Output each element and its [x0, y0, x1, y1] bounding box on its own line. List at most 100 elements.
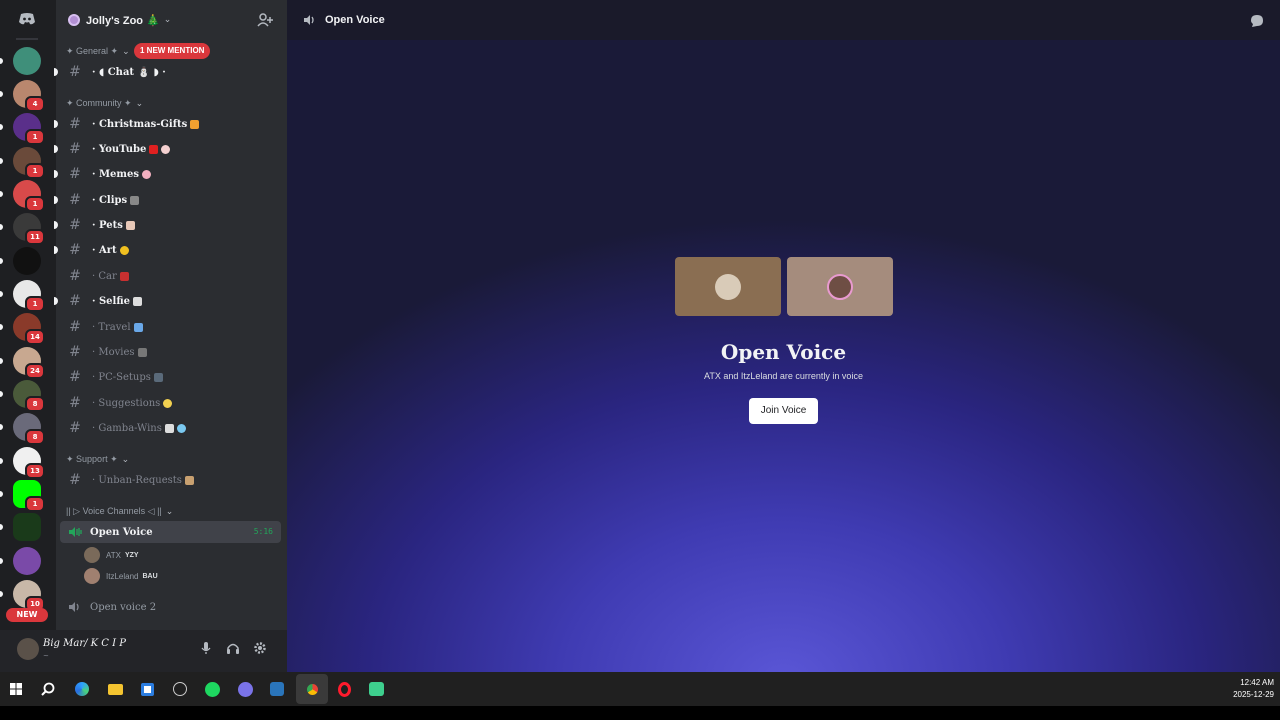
channel-name: · Car [92, 270, 117, 282]
voice-user[interactable]: ATX YZY [84, 546, 139, 564]
channel-name: · Gamba-Wins [92, 422, 162, 434]
category-voice-channels[interactable]: || ▷ Voice Channels ◁ || ⌄ [66, 504, 173, 518]
server-icon[interactable] [13, 513, 41, 541]
hammer-emoji-icon [184, 475, 194, 485]
channel-car[interactable]: # · Car [60, 265, 280, 287]
channel-christmas-gifts[interactable]: # · Christmas-Gifts [54, 113, 280, 135]
spotify-icon[interactable] [201, 678, 223, 700]
channel-name: · Clips [92, 194, 128, 206]
new-mention-badge[interactable]: 1 NEW MENTION [134, 43, 211, 59]
unread-pill [0, 191, 3, 197]
category-label: || ▷ Voice Channels ◁ || [66, 505, 162, 516]
new-unreads-badge[interactable]: NEW [6, 608, 48, 622]
settings-gear-icon[interactable] [252, 640, 268, 656]
channel-art[interactable]: # · Art [54, 239, 280, 261]
server-icon[interactable] [13, 247, 41, 275]
unread-indicator [54, 297, 58, 305]
channel-name: · Memes [92, 168, 139, 180]
server-icon[interactable]: 4 [13, 80, 45, 112]
laugh-emoji-icon [141, 169, 151, 179]
server-icon[interactable] [13, 47, 41, 75]
unread-pill [0, 324, 3, 330]
channel-selfie[interactable]: # · Selfie [54, 290, 280, 312]
channel-unban-requests[interactable]: # · Unban-Requests [60, 469, 280, 491]
server-icon[interactable]: 1 [13, 280, 45, 312]
file-explorer-icon[interactable] [104, 678, 126, 700]
channel-pc-setups[interactable]: # · PC-Setups [60, 366, 280, 388]
voice-channel-name: Open voice 2 [90, 601, 157, 613]
channel-memes[interactable]: # · Memes [54, 163, 280, 185]
server-icon[interactable] [13, 547, 41, 575]
text-channel-icon: # [69, 64, 81, 80]
category-general[interactable]: ✦ General ✦ ⌄ [66, 44, 130, 58]
chrome-icon[interactable] [301, 678, 323, 700]
join-voice-button[interactable]: Join Voice [749, 398, 818, 424]
channel-gamba-wins[interactable]: # · Gamba-Wins [60, 417, 280, 439]
voice-user[interactable]: ItzLeland BAU [84, 567, 158, 585]
server-icon[interactable]: 11 [13, 213, 45, 245]
steam-icon[interactable] [266, 678, 288, 700]
channel-pets[interactable]: # · Pets [54, 214, 280, 236]
server-icon[interactable]: 1 [13, 180, 45, 212]
server-icon[interactable]: 14 [13, 313, 45, 345]
user-panel: Big Mar/ K C I P ~ [0, 630, 287, 672]
channel-name: · Suggestions [92, 397, 161, 409]
discord-taskbar-icon[interactable] [234, 678, 256, 700]
category-support[interactable]: ✦ Support ✦ ⌄ [66, 452, 129, 466]
channel-name: · Movies [92, 346, 135, 358]
unread-indicator [54, 196, 58, 204]
voice-channel-view: Open Voice Open Voice ATX and ItzLeland … [287, 0, 1280, 672]
unread-pill [0, 424, 3, 430]
mention-count-badge: 13 [25, 463, 45, 479]
clock-date: 2025-12-29 [1233, 690, 1274, 699]
channel-chat[interactable]: # · ◖ Chat ⛄ ◗ · [54, 61, 280, 83]
user-display-name[interactable]: Big Mar/ K C I P [43, 638, 126, 649]
server-icon[interactable]: 8 [13, 380, 45, 412]
server-icon[interactable]: 8 [13, 413, 45, 445]
voice-channel-open-voice-2[interactable]: Open voice 2 [60, 596, 281, 618]
text-channel-icon: # [69, 344, 81, 360]
channel-suggestions[interactable]: # · Suggestions [60, 392, 280, 414]
microphone-icon[interactable] [198, 640, 214, 656]
green-app-icon[interactable] [365, 678, 387, 700]
server-icon[interactable]: 10 [13, 580, 45, 612]
voice-duration: 5:16 [253, 527, 273, 536]
search-icon[interactable] [37, 678, 59, 700]
avatar [84, 568, 100, 584]
chat-bubble-icon[interactable] [1250, 13, 1264, 27]
avatar [715, 274, 741, 300]
text-channel-icon: # [69, 293, 81, 309]
edge-icon[interactable] [71, 678, 93, 700]
server-icon[interactable]: 13 [13, 447, 45, 479]
channel-title: Open Voice [325, 14, 385, 26]
slot-emoji-icon [164, 423, 174, 433]
headphones-icon[interactable] [225, 640, 241, 656]
server-icon[interactable]: 1 [13, 113, 45, 145]
store-icon[interactable] [136, 678, 158, 700]
chevron-down-icon: ⌄ [163, 15, 172, 25]
channel-clips[interactable]: # · Clips [54, 189, 280, 211]
voice-channel-open-voice[interactable]: Open Voice 5:16 [60, 521, 281, 543]
category-community[interactable]: ✦ Community ✦ ⌄ [66, 96, 143, 110]
text-channel-icon: # [69, 242, 81, 258]
channel-travel[interactable]: # · Travel [60, 316, 280, 338]
guild-header[interactable]: Jolly's Zoo 🎄 ⌄ [56, 0, 287, 40]
add-member-icon[interactable] [257, 12, 273, 28]
chevron-down-icon: ⌄ [135, 97, 144, 108]
server-icon[interactable]: 1 [13, 147, 45, 179]
opera-icon[interactable] [333, 678, 355, 700]
server-icon[interactable]: 24 [13, 347, 45, 379]
mention-count-badge: 11 [25, 229, 45, 245]
clock-app-icon[interactable] [169, 678, 191, 700]
system-clock[interactable]: 12:42 AM 2025-12-29 [1233, 677, 1274, 701]
windows-start-icon[interactable] [5, 678, 27, 700]
channel-movies[interactable]: # · Movies [60, 341, 280, 363]
discord-home-button[interactable] [12, 6, 42, 32]
screen-bottom-edge [0, 706, 1280, 720]
avatar[interactable] [17, 638, 39, 660]
channel-youtube[interactable]: # · YouTube [54, 138, 280, 160]
dog-emoji-icon [125, 220, 135, 230]
participant-tile-atx[interactable] [675, 257, 781, 316]
participant-tile-itzleland[interactable] [787, 257, 893, 316]
server-icon[interactable]: 1 [13, 480, 45, 512]
